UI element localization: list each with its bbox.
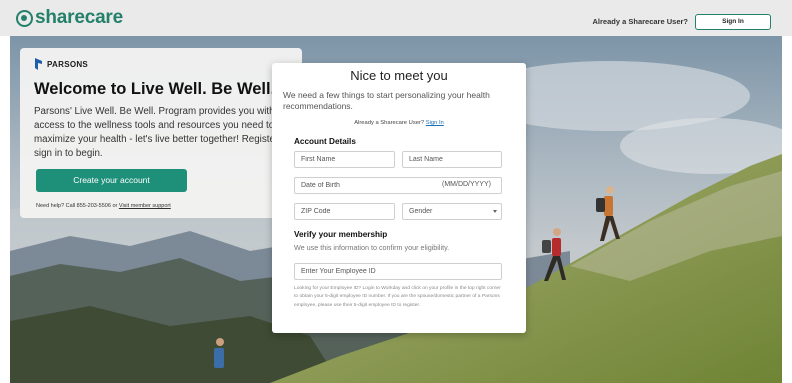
welcome-title: Welcome to Live Well. Be Well. (34, 80, 276, 98)
top-bar: sharecare Already a Sharecare User? Sign… (0, 0, 792, 36)
description-line: access to the wellness tools and resourc… (34, 120, 275, 131)
zip-code-field[interactable] (294, 203, 395, 220)
parsons-logo: PARSONS (34, 58, 288, 70)
help-phone-text: Need help? Call 855-203-5506 or (36, 203, 118, 209)
employee-id-help-text: Looking for your Employee ID? Login to W… (294, 286, 501, 308)
help-text: Need help? Call 855-203-5506 or Visit me… (36, 203, 171, 209)
description-line: Parsons' Live Well. Be Well. Program pro… (34, 106, 275, 117)
sharecare-logo-icon (16, 9, 33, 27)
gender-select[interactable]: Gender (402, 203, 502, 220)
description-line: maximize your health - let's live better… (34, 134, 279, 145)
first-name-field[interactable] (294, 151, 395, 168)
sharecare-logo[interactable]: sharecare (16, 7, 123, 29)
chevron-down-icon (493, 210, 497, 213)
sign-in-link[interactable]: Sign In (426, 120, 444, 126)
verify-subtext: We use this information to confirm your … (294, 243, 450, 252)
create-account-button[interactable]: Create your account (36, 169, 187, 192)
modal-title: Nice to meet you (350, 68, 448, 83)
parsons-logo-icon (35, 58, 42, 70)
already-user-text: Already a Sharecare User? (592, 17, 688, 26)
brand-name: PARSONS (47, 59, 89, 69)
gender-selected-value: Gender (409, 208, 433, 215)
dob-format-hint: (MM/DD/YYYY) (442, 181, 491, 188)
registration-modal: Nice to meet you We need a few things to… (272, 63, 526, 333)
welcome-card: PARSONS Welcome to Live Well. Be Well. P… (20, 48, 302, 218)
already-user-line: Already a Sharecare User? Sign In (272, 120, 526, 126)
last-name-field[interactable] (402, 151, 502, 168)
logo-text: sharecare (35, 7, 123, 28)
account-details-heading: Account Details (294, 137, 356, 146)
modal-intro: We need a few things to start personaliz… (283, 90, 490, 111)
employee-id-field[interactable] (294, 263, 502, 280)
sign-in-button[interactable]: Sign In (695, 14, 771, 30)
welcome-description: Parsons' Live Well. Be Well. Program pro… (34, 105, 302, 161)
member-support-link[interactable]: Visit member support (119, 203, 171, 209)
already-user-text: Already a Sharecare User? (354, 120, 425, 126)
verify-membership-heading: Verify your membership (294, 230, 388, 239)
description-line: sign in to begin. (34, 148, 103, 159)
